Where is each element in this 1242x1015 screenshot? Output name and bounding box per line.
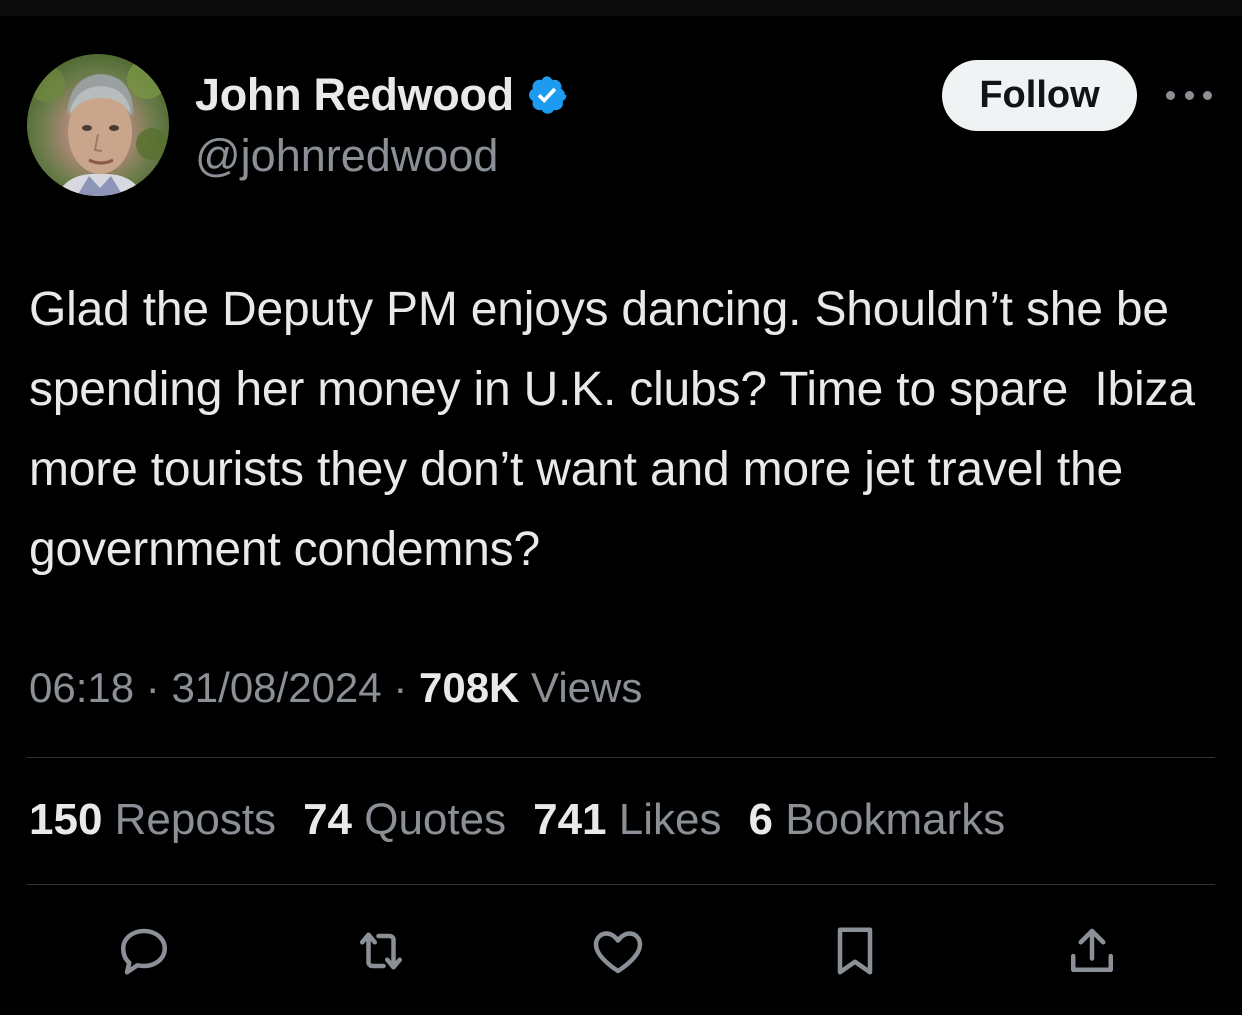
author-name-row: John Redwood — [195, 69, 568, 121]
bookmarks-count: 6 — [748, 795, 773, 844]
tweet-time[interactable]: 06:18 — [29, 664, 134, 711]
share-button[interactable] — [1057, 916, 1127, 986]
more-horizontal-icon-dot — [1166, 90, 1175, 100]
tweet-meta: 06:18 · 31/08/2024 · 708K Views — [29, 664, 642, 712]
views-count: 708K — [418, 664, 520, 711]
quotes-label: Quotes — [352, 795, 507, 844]
like-button[interactable] — [583, 916, 653, 986]
bookmarks-label: Bookmarks — [772, 795, 1006, 844]
views-label: Views — [519, 664, 643, 711]
quotes-stat[interactable]: 74 Quotes — [303, 795, 506, 851]
more-options-button[interactable] — [1166, 84, 1212, 106]
author-handle[interactable]: @johnredwood — [195, 130, 498, 182]
bookmark-icon — [837, 927, 873, 975]
repost-button[interactable] — [346, 916, 416, 986]
likes-stat[interactable]: 741 Likes — [533, 795, 721, 851]
like-icon — [593, 931, 643, 974]
avatar[interactable] — [27, 54, 169, 196]
meta-separator: · — [381, 664, 419, 711]
reply-icon — [121, 928, 167, 975]
divider — [27, 884, 1215, 885]
likes-label: Likes — [606, 795, 722, 844]
likes-count: 741 — [533, 795, 607, 844]
follow-button[interactable]: Follow — [942, 60, 1137, 131]
bookmark-button[interactable] — [820, 916, 890, 986]
reposts-stat[interactable]: 150 Reposts — [29, 795, 276, 851]
tweet-date[interactable]: 31/08/2024 — [171, 664, 381, 711]
reposts-count: 150 — [29, 795, 103, 844]
quotes-count: 74 — [303, 795, 353, 844]
share-icon — [1071, 928, 1113, 972]
repost-icon — [360, 932, 402, 970]
bookmarks-stat[interactable]: 6 Bookmarks — [748, 795, 1005, 851]
divider — [27, 757, 1215, 758]
author-name[interactable]: John Redwood — [195, 69, 514, 121]
verified-badge-icon — [528, 76, 567, 114]
meta-separator: · — [134, 664, 172, 711]
more-horizontal-icon-dot — [1184, 90, 1194, 100]
tweet-text: Glad the Deputy PM enjoys dancing. Shoul… — [29, 283, 1208, 576]
profile-photo — [29, 59, 168, 196]
more-horizontal-icon-dot — [1203, 90, 1212, 100]
reposts-label: Reposts — [102, 795, 277, 844]
top-strip — [0, 0, 1242, 16]
engagement-stats: 150 Reposts 74 Quotes 741 Likes 6 Bookma… — [29, 795, 1032, 851]
reply-button[interactable] — [109, 916, 179, 986]
